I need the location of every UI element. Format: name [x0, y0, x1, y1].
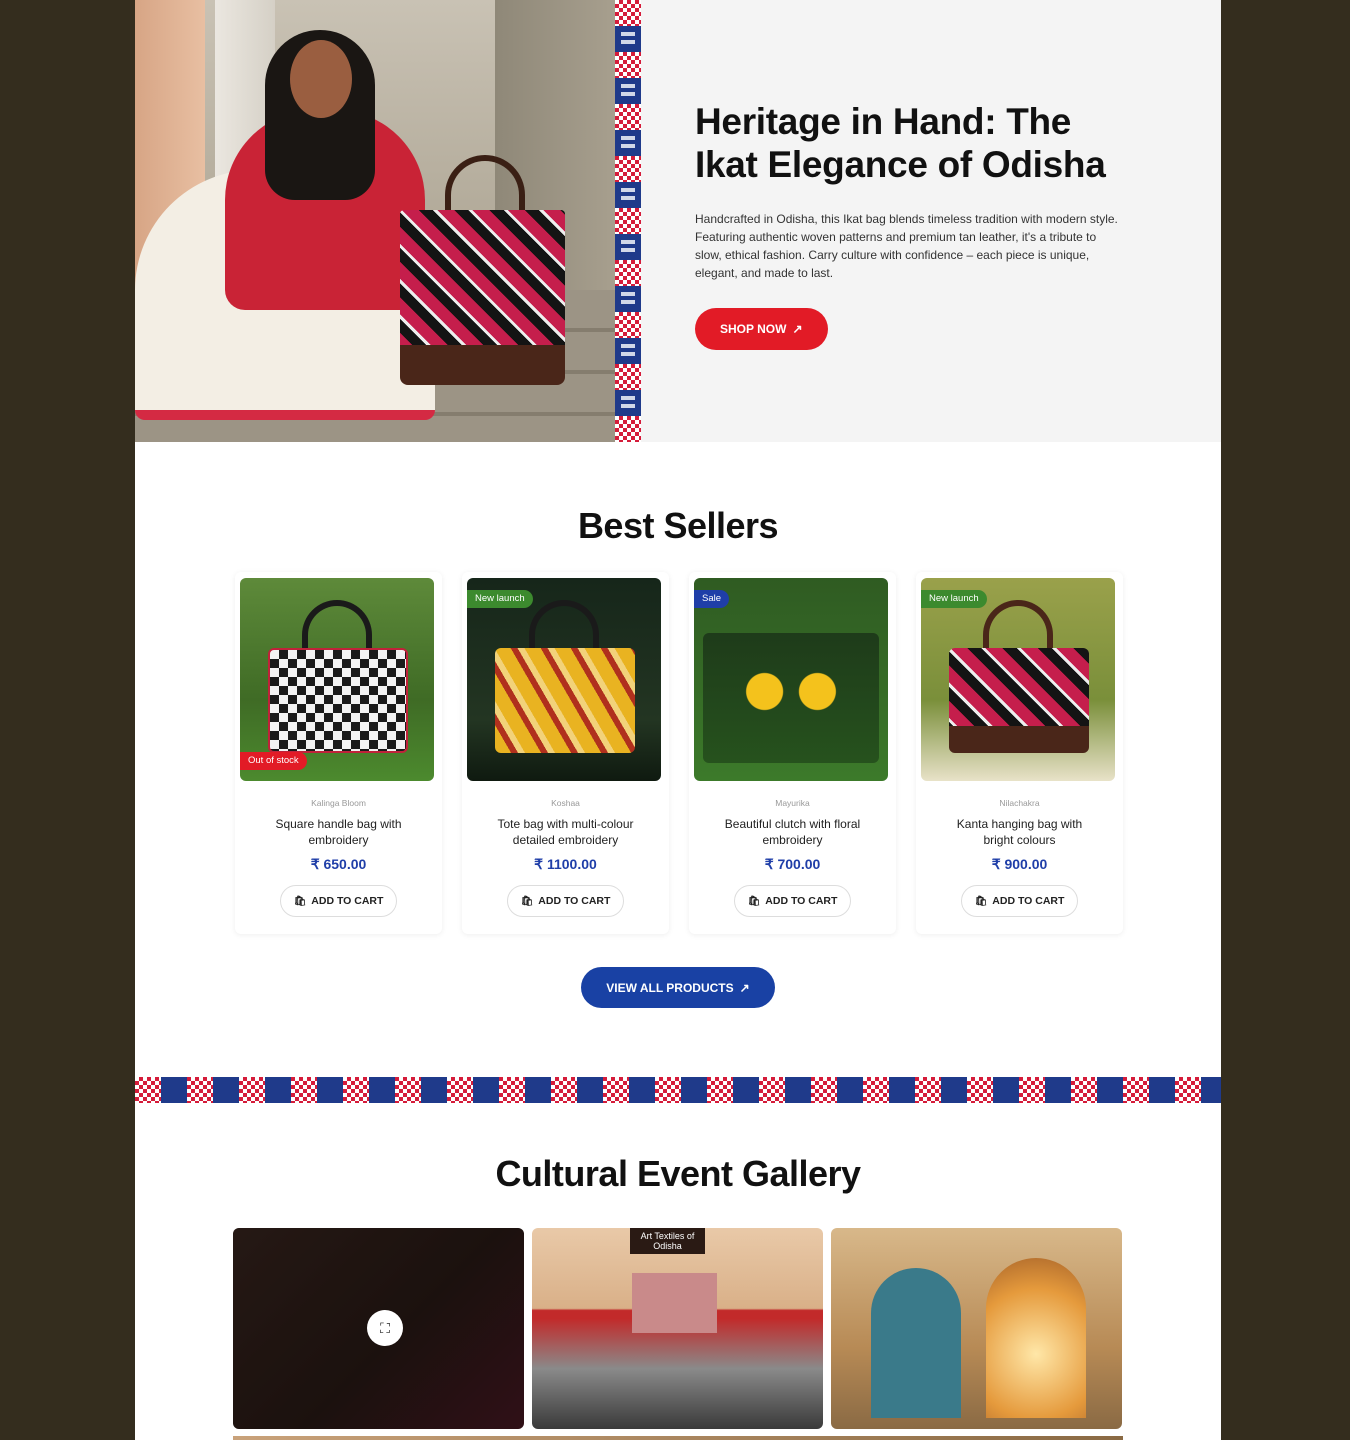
gallery-image[interactable]: ⛶ [233, 1228, 524, 1429]
product-list: Out of stock Kalinga Bloom Square handle… [235, 572, 1125, 934]
gallery-grid: ⛶ Art Textiles of Odisha [233, 1228, 1123, 1429]
exhibition-sign: Art Textiles of Odisha [630, 1228, 705, 1254]
gallery-image[interactable] [831, 1228, 1122, 1429]
product-card[interactable]: Out of stock Kalinga Bloom Square handle… [235, 572, 442, 934]
arrow-up-right-icon: ↗ [792, 322, 803, 336]
product-price: ₹ 650.00 [310, 856, 367, 872]
product-name[interactable]: Beautiful clutch with floral embroidery [714, 816, 871, 848]
hero-content: Heritage in Hand: The Ikat Elegance of O… [695, 100, 1125, 350]
page: Heritage in Hand: The Ikat Elegance of O… [135, 0, 1221, 1440]
gallery-title: Cultural Event Gallery [495, 1153, 861, 1194]
shopping-bag-icon: 🛍 [520, 895, 534, 907]
product-image[interactable]: Sale [694, 578, 888, 781]
product-brand: Kalinga Bloom [311, 798, 366, 808]
best-sellers-title: Best Sellers [577, 505, 779, 546]
hero-title: Heritage in Hand: The Ikat Elegance of O… [695, 101, 1106, 185]
hero-description: Handcrafted in Odisha, this Ikat bag ble… [695, 212, 1118, 280]
product-price: ₹ 1100.00 [534, 856, 597, 872]
add-to-cart-label: ADD TO CART [992, 895, 1065, 907]
product-name[interactable]: Kanta hanging bag with bright colours [941, 816, 1098, 848]
view-all-products-button[interactable]: VIEW ALL PRODUCTS ↗ [581, 967, 775, 1008]
new-launch-badge: New launch [467, 590, 533, 608]
hero-image [135, 0, 615, 442]
shopping-bag-icon: 🛍 [293, 895, 307, 907]
add-to-cart-button[interactable]: 🛍 ADD TO CART [280, 885, 397, 917]
add-to-cart-button[interactable]: 🛍 ADD TO CART [507, 885, 624, 917]
add-to-cart-label: ADD TO CART [765, 895, 838, 907]
new-launch-badge: New launch [921, 590, 987, 608]
product-image[interactable]: New launch [467, 578, 661, 781]
add-to-cart-button[interactable]: 🛍 ADD TO CART [734, 885, 851, 917]
product-brand: Nilachakra [999, 798, 1040, 808]
add-to-cart-label: ADD TO CART [311, 895, 384, 907]
product-image[interactable]: Out of stock [240, 578, 434, 781]
product-card[interactable]: Sale Mayurika Beautiful clutch with flor… [689, 572, 896, 934]
product-card[interactable]: New launch Nilachakra Kanta hanging bag … [916, 572, 1123, 934]
hero-banner: Heritage in Hand: The Ikat Elegance of O… [135, 0, 1221, 442]
product-brand: Mayurika [775, 798, 810, 808]
product-card[interactable]: New launch Koshaa Tote bag with multi-co… [462, 572, 669, 934]
product-image[interactable]: New launch [921, 578, 1115, 781]
gallery-image[interactable]: Art Textiles of Odisha [532, 1228, 823, 1429]
shopping-bag-icon: 🛍 [747, 895, 761, 907]
sale-badge: Sale [694, 590, 730, 608]
product-price: ₹ 700.00 [764, 856, 821, 872]
zoom-icon[interactable]: ⛶ [367, 1310, 403, 1346]
product-name[interactable]: Square handle bag with embroidery [260, 816, 417, 848]
product-price: ₹ 900.00 [991, 856, 1048, 872]
shop-now-label: SHOP NOW [720, 322, 787, 336]
product-brand: Koshaa [551, 798, 580, 808]
ikat-pattern-strip [615, 0, 641, 442]
product-name[interactable]: Tote bag with multi-colour detailed embr… [487, 816, 644, 848]
add-to-cart-button[interactable]: 🛍 ADD TO CART [961, 885, 1078, 917]
arrow-up-right-icon: ↗ [739, 980, 750, 995]
ikat-pattern-divider [135, 1077, 1221, 1103]
shop-now-button[interactable]: SHOP NOW ↗ [695, 308, 828, 350]
add-to-cart-label: ADD TO CART [538, 895, 611, 907]
out-of-stock-badge: Out of stock [240, 752, 307, 770]
view-all-label: VIEW ALL PRODUCTS [606, 980, 734, 995]
gallery-next-row [233, 1436, 1123, 1440]
shopping-bag-icon: 🛍 [974, 895, 988, 907]
